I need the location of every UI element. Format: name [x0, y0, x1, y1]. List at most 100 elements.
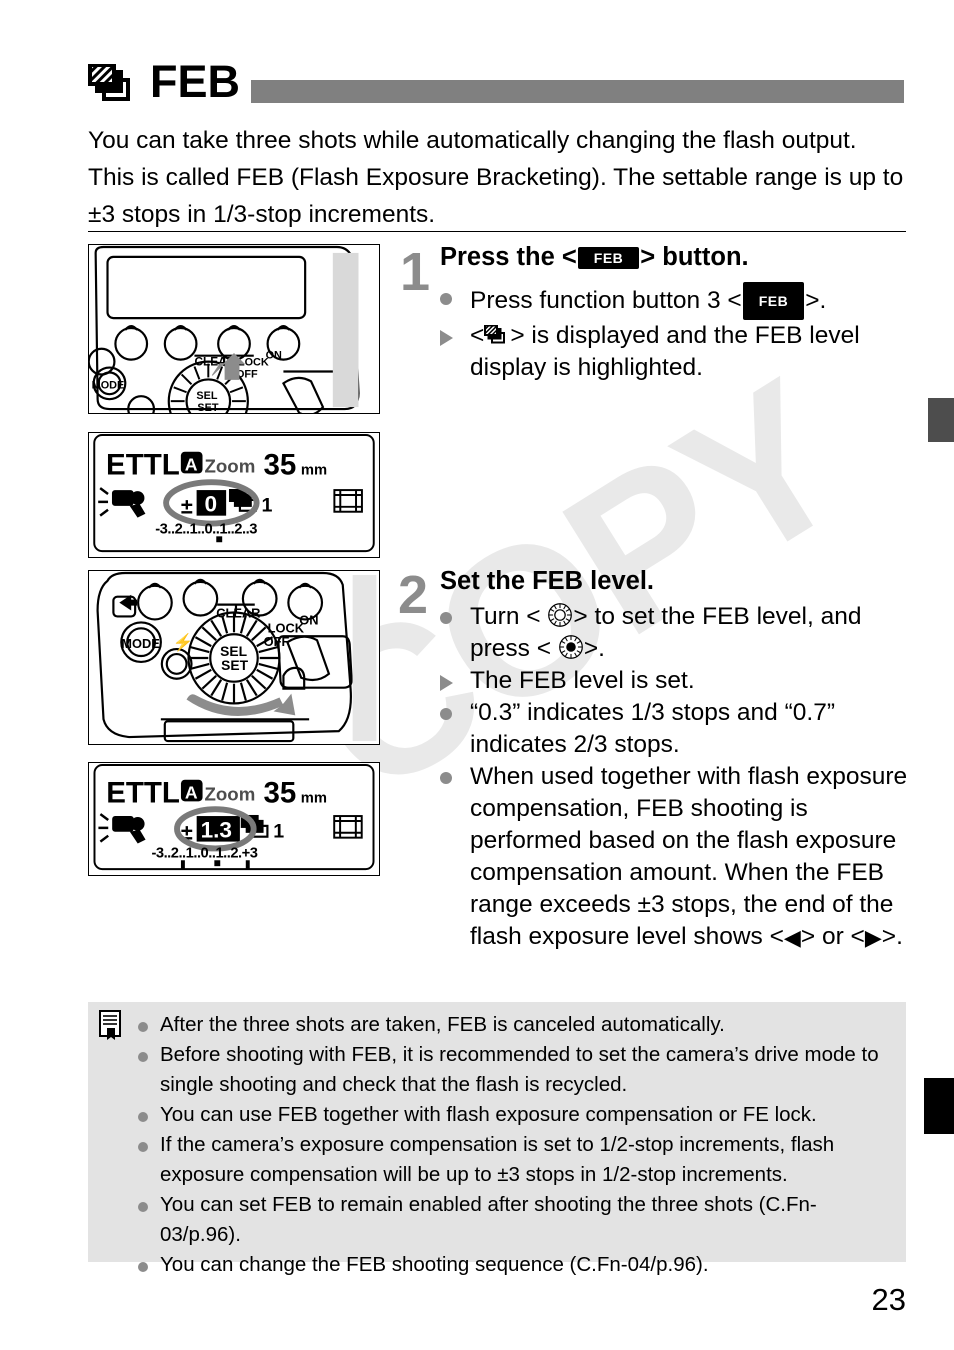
- horizontal-rule: [88, 231, 906, 232]
- bullet-dot-icon: [138, 1010, 160, 1037]
- bullet-dot-icon: [138, 1100, 160, 1127]
- bullet-text: “0.3” indicates 1/3 stops and “0.7” indi…: [470, 699, 835, 758]
- lcd-scale: -3..2..1..0..1..2..3: [155, 521, 257, 537]
- lcd-zoom-unit: mm: [301, 790, 327, 806]
- lcd-mode: ETTL: [106, 776, 180, 809]
- set-label: SET: [221, 657, 248, 673]
- figure-lcd-feb-one-three: ETTL A Zoom 35 mm ± 1.3 1 -3..2..1..0..1…: [88, 762, 380, 876]
- note-memo-icon: [99, 1010, 121, 1040]
- lcd-a-icon: A: [185, 782, 198, 802]
- flash-bolt-icon: ⚡: [173, 632, 194, 653]
- note-text: Before shooting with FEB, it is recommen…: [160, 1043, 879, 1096]
- list-item: Turn < > to set the FEB level, and press…: [440, 601, 910, 665]
- page-header: FEB: [88, 56, 906, 116]
- list-item: You can change the FEB shooting sequence…: [138, 1250, 896, 1280]
- lcd-a-icon: A: [185, 454, 198, 474]
- bullet-text-a: Turn <: [470, 603, 541, 630]
- bullet-text-c: >.: [881, 923, 903, 950]
- lcd-feb-value: 0: [204, 492, 217, 517]
- list-item: After the three shots are taken, FEB is …: [138, 1010, 896, 1040]
- edge-tab-black: [924, 1078, 954, 1134]
- step-1-number: 1: [400, 242, 431, 302]
- set-button-icon: [558, 635, 583, 659]
- lcd-mode: ETTL: [106, 448, 180, 481]
- bullet-text: Turn < > to set the FEB level, and press…: [470, 601, 910, 665]
- bullet-dot-icon: [440, 761, 470, 789]
- lcd-feb-value: 1.3: [201, 818, 232, 843]
- select-dial-icon: [548, 603, 573, 627]
- list-item: < > is displayed and the FEB level displ…: [440, 320, 910, 384]
- intro-paragraph: You can take three shots while automatic…: [88, 127, 904, 228]
- bullet-text-before: <: [470, 322, 485, 349]
- bullet-text: < > is displayed and the FEB level displ…: [470, 320, 910, 384]
- manual-page: COPY FEB You can take three shots while …: [0, 0, 954, 1350]
- note-text: You can use FEB together with flash expo…: [160, 1103, 817, 1126]
- title-accent-bar: [251, 80, 904, 103]
- bullet-text-after: >.: [805, 287, 827, 314]
- step-1-title-before: Press the <: [440, 243, 577, 271]
- list-item: If the camera’s exposure compensation is…: [138, 1130, 896, 1190]
- lcd-scale: -3..2..1..0..1..2.+3: [151, 845, 257, 861]
- edge-tab-gray: [928, 398, 954, 442]
- bullet-dot-icon: [440, 282, 470, 310]
- list-item: “0.3” indicates 1/3 stops and “0.7” indi…: [440, 697, 910, 761]
- lcd-zoom-unit: mm: [301, 462, 327, 478]
- bullet-text: The FEB level is set.: [470, 667, 695, 694]
- bullet-text-before: Press function button 3 <: [470, 287, 742, 314]
- list-item: When used together with flash exposure c…: [440, 761, 910, 954]
- off-label: OFF: [264, 634, 290, 649]
- bullet-triangle-icon: [440, 320, 470, 351]
- on-label: ON: [299, 612, 318, 627]
- flash-panel-drawing-2: CLEAR MODE ⚡ LOCK ON OFF SEL SET: [96, 571, 377, 743]
- lcd-shots: 1: [273, 821, 284, 843]
- bullet-text-after: > is displayed and the FEB level display…: [470, 322, 860, 381]
- step-1-title: Press the < FEB > button.: [440, 243, 749, 272]
- feb-bracketing-icon: [88, 64, 130, 101]
- note-text: You can set FEB to remain enabled after …: [160, 1193, 817, 1246]
- bullet-triangle-icon: [440, 665, 470, 696]
- bullet-dot-icon: [138, 1250, 160, 1277]
- bullet-dot-icon: [138, 1130, 160, 1157]
- bracket-icon: [484, 325, 506, 344]
- list-item: The FEB level is set.: [440, 665, 910, 697]
- feb-key-glyph: FEB: [577, 247, 640, 269]
- list-item: Before shooting with FEB, it is recommen…: [138, 1040, 896, 1100]
- right-triangle-glyph: ▶: [864, 925, 882, 950]
- list-item: You can use FEB together with flash expo…: [138, 1100, 896, 1130]
- bullet-text: Press function button 3 < FEB >.: [470, 282, 826, 320]
- note-text: You can change the FEB shooting sequence…: [160, 1253, 709, 1276]
- lcd-zoom-value: 35: [263, 776, 296, 809]
- lcd-feb-sign: ±: [181, 494, 193, 519]
- note-text: If the camera’s exposure compensation is…: [160, 1133, 835, 1186]
- step-1-title-after: > button.: [640, 243, 749, 271]
- bullet-text: When used together with flash exposure c…: [470, 761, 910, 954]
- bullet-dot-icon: [138, 1040, 160, 1067]
- mode-label: MODE: [121, 636, 160, 651]
- clear-label: CLEAR: [216, 605, 261, 620]
- bullet-dot-icon: [138, 1190, 160, 1217]
- bullet-text-a: When used together with flash exposure c…: [470, 763, 908, 950]
- lcd-zoom-label: Zoom: [205, 783, 256, 804]
- note-list: After the three shots are taken, FEB is …: [138, 1010, 896, 1280]
- list-item: You can set FEB to remain enabled after …: [138, 1190, 896, 1250]
- lcd-zoom-value: 35: [264, 448, 297, 481]
- lcd-zoom-label: Zoom: [204, 455, 255, 476]
- bullet-text-b: > or <: [800, 923, 865, 950]
- lcd-drawing-1: ETTL A Zoom 35 mm ± 0 1 -3..2..1..0..1..…: [93, 433, 375, 553]
- page-number: 23: [871, 1282, 906, 1317]
- step-2-number: 2: [398, 565, 429, 625]
- note-text: After the three shots are taken, FEB is …: [160, 1013, 725, 1036]
- mode-label: MODE: [92, 379, 125, 391]
- lcd-shots: 1: [262, 495, 273, 517]
- bullet-text-c: >.: [583, 635, 605, 662]
- bullet-dot-icon: [440, 601, 470, 629]
- step-2-title: Set the FEB level.: [440, 567, 654, 595]
- step-2-bullets: Turn < > to set the FEB level, and press…: [440, 601, 910, 954]
- figure-flash-panel-dial: CLEAR MODE ⚡ LOCK ON OFF SEL SET: [88, 570, 380, 745]
- step-1-bullets: Press function button 3 < FEB >. < > is di…: [440, 282, 910, 384]
- feb-key-glyph: FEB: [742, 282, 805, 320]
- figure-lcd-feb-zero: ETTL A Zoom 35 mm ± 0 1 -3..2..1..0..1..…: [88, 432, 380, 558]
- page-title: FEB: [150, 56, 240, 107]
- on-label: ON: [266, 350, 282, 362]
- sel-label: SEL: [196, 390, 217, 402]
